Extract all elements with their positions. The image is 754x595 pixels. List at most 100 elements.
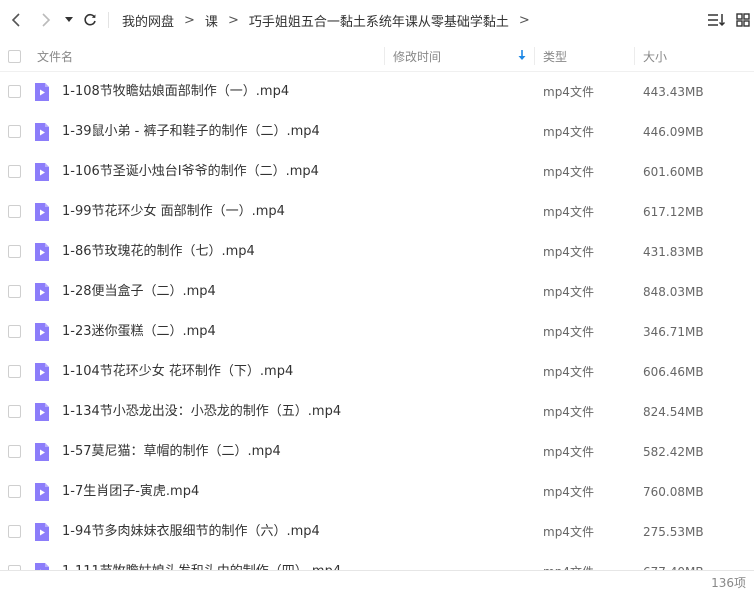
breadcrumb-item[interactable]: 课 xyxy=(205,11,218,30)
file-name[interactable]: 1-7生肖团子-寅虎.mp4 xyxy=(62,472,199,512)
file-name[interactable]: 1-57莫尼猫：草帽的制作（二）.mp4 xyxy=(62,432,281,472)
row-checkbox[interactable] xyxy=(8,285,21,298)
file-type: mp4文件 xyxy=(543,445,594,459)
row-checkbox[interactable] xyxy=(8,85,21,98)
grid-view-button[interactable] xyxy=(735,10,751,30)
history-dropdown-button[interactable] xyxy=(62,0,76,40)
file-name[interactable]: 1-134节小恐龙出没：小恐龙的制作（五）.mp4 xyxy=(62,392,341,432)
file-name[interactable]: 1-99节花环少女 面部制作（一）.mp4 xyxy=(62,192,285,232)
chevron-right-icon xyxy=(41,13,51,27)
refresh-icon xyxy=(83,13,97,27)
breadcrumb-item-current[interactable]: 巧手姐姐五合一黏土系统年课从零基础学黏土 xyxy=(249,11,509,30)
file-size: 601.60MB xyxy=(643,165,704,179)
row-checkbox[interactable] xyxy=(8,205,21,218)
file-row[interactable]: 1-99节花环少女 面部制作（一）.mp4 mp4文件 617.12MB xyxy=(0,192,754,232)
file-type: mp4文件 xyxy=(543,552,594,570)
column-header: 文件名 修改时间 类型 大小 xyxy=(0,40,754,72)
video-file-icon xyxy=(34,482,50,502)
file-size: 606.46MB xyxy=(643,365,704,379)
file-size: 346.71MB xyxy=(643,325,704,339)
file-row[interactable]: 1-111节牧瞻姑娘头发和头巾的制作（四）.mp4 mp4文件 677.40MB xyxy=(0,552,754,570)
file-row[interactable]: 1-134节小恐龙出没：小恐龙的制作（五）.mp4 mp4文件 824.54MB xyxy=(0,392,754,432)
toolbar: 我的网盘 > 课 > 巧手姐姐五合一黏土系统年课从零基础学黏土 > xyxy=(0,0,754,40)
select-all-checkbox[interactable] xyxy=(8,40,21,72)
file-row[interactable]: 1-86节玫瑰花的制作（七）.mp4 mp4文件 431.83MB xyxy=(0,232,754,272)
file-row[interactable]: 1-104节花环少女 花环制作（下）.mp4 mp4文件 606.46MB xyxy=(0,352,754,392)
file-name[interactable]: 1-111节牧瞻姑娘头发和头巾的制作（四）.mp4 xyxy=(62,552,341,570)
file-row[interactable]: 1-7生肖团子-寅虎.mp4 mp4文件 760.08MB xyxy=(0,472,754,512)
file-name[interactable]: 1-28便当盒子（二）.mp4 xyxy=(62,272,216,312)
row-checkbox[interactable] xyxy=(8,445,21,458)
video-file-icon xyxy=(34,282,50,302)
checkbox-box xyxy=(8,525,21,538)
file-type: mp4文件 xyxy=(543,525,594,539)
file-type: mp4文件 xyxy=(543,365,594,379)
breadcrumb-more-arrow[interactable]: > xyxy=(519,13,530,28)
file-name[interactable]: 1-39鼠小弟 - 裤子和鞋子的制作（二）.mp4 xyxy=(62,112,320,152)
sort-descending-icon xyxy=(518,50,526,64)
item-count: 136项 xyxy=(711,576,746,590)
file-size: 677.40MB xyxy=(643,552,704,570)
file-size: 443.43MB xyxy=(643,85,704,99)
file-row[interactable]: 1-57莫尼猫：草帽的制作（二）.mp4 mp4文件 582.42MB xyxy=(0,432,754,472)
file-name[interactable]: 1-94节多肉妹妹衣服细节的制作（六）.mp4 xyxy=(62,512,320,552)
column-type[interactable]: 类型 xyxy=(543,40,567,72)
video-file-icon xyxy=(34,402,50,422)
file-row[interactable]: 1-28便当盒子（二）.mp4 mp4文件 848.03MB xyxy=(0,272,754,312)
column-divider[interactable] xyxy=(534,47,535,65)
file-type: mp4文件 xyxy=(543,85,594,99)
file-size: 617.12MB xyxy=(643,205,704,219)
checkbox-box xyxy=(8,485,21,498)
video-file-icon xyxy=(34,162,50,182)
checkbox-box xyxy=(8,325,21,338)
video-file-icon xyxy=(34,562,50,570)
forward-button[interactable] xyxy=(36,0,56,40)
column-modified[interactable]: 修改时间 xyxy=(393,40,441,72)
video-file-icon xyxy=(34,122,50,142)
row-checkbox[interactable] xyxy=(8,125,21,138)
column-size[interactable]: 大小 xyxy=(643,40,667,72)
file-name[interactable]: 1-23迷你蛋糕（二）.mp4 xyxy=(62,312,216,352)
row-checkbox[interactable] xyxy=(8,365,21,378)
toolbar-divider xyxy=(108,12,109,28)
video-file-icon xyxy=(34,242,50,262)
file-size: 760.08MB xyxy=(643,485,704,499)
column-divider[interactable] xyxy=(384,47,385,65)
file-name[interactable]: 1-106节圣诞小烛台I爷爷的制作（二）.mp4 xyxy=(62,152,319,192)
file-size: 275.53MB xyxy=(643,525,704,539)
breadcrumb-separator: > xyxy=(227,12,239,28)
breadcrumb: 我的网盘 > 课 > 巧手姐姐五合一黏土系统年课从零基础学黏土 > xyxy=(122,0,540,40)
back-button[interactable] xyxy=(6,0,26,40)
file-row[interactable]: 1-106节圣诞小烛台I爷爷的制作（二）.mp4 mp4文件 601.60MB xyxy=(0,152,754,192)
breadcrumb-item[interactable]: 我的网盘 xyxy=(122,11,174,30)
column-divider[interactable] xyxy=(634,47,635,65)
file-size: 824.54MB xyxy=(643,405,704,419)
file-type: mp4文件 xyxy=(543,325,594,339)
video-file-icon xyxy=(34,442,50,462)
row-checkbox[interactable] xyxy=(8,165,21,178)
sort-list-icon xyxy=(706,14,726,33)
row-checkbox[interactable] xyxy=(8,485,21,498)
row-checkbox[interactable] xyxy=(8,525,21,538)
row-checkbox[interactable] xyxy=(8,245,21,258)
file-name[interactable]: 1-86节玫瑰花的制作（七）.mp4 xyxy=(62,232,255,272)
caret-down-icon xyxy=(65,17,73,23)
grid-view-icon xyxy=(735,13,751,33)
row-checkbox[interactable] xyxy=(8,325,21,338)
video-file-icon xyxy=(34,82,50,102)
file-row[interactable]: 1-23迷你蛋糕（二）.mp4 mp4文件 346.71MB xyxy=(0,312,754,352)
refresh-button[interactable] xyxy=(80,0,100,40)
file-row[interactable]: 1-39鼠小弟 - 裤子和鞋子的制作（二）.mp4 mp4文件 446.09MB xyxy=(0,112,754,152)
checkbox-box xyxy=(8,405,21,418)
row-checkbox[interactable] xyxy=(8,405,21,418)
file-name[interactable]: 1-108节牧瞻姑娘面部制作（一）.mp4 xyxy=(62,72,289,112)
file-row[interactable]: 1-94节多肉妹妹衣服细节的制作（六）.mp4 mp4文件 275.53MB xyxy=(0,512,754,552)
file-row[interactable]: 1-108节牧瞻姑娘面部制作（一）.mp4 mp4文件 443.43MB xyxy=(0,72,754,112)
column-name[interactable]: 文件名 xyxy=(37,40,73,72)
chevron-left-icon xyxy=(11,13,21,27)
sort-button[interactable] xyxy=(706,10,726,30)
file-name[interactable]: 1-104节花环少女 花环制作（下）.mp4 xyxy=(62,352,293,392)
file-type: mp4文件 xyxy=(543,405,594,419)
file-type: mp4文件 xyxy=(543,285,594,299)
checkbox-box xyxy=(8,125,21,138)
